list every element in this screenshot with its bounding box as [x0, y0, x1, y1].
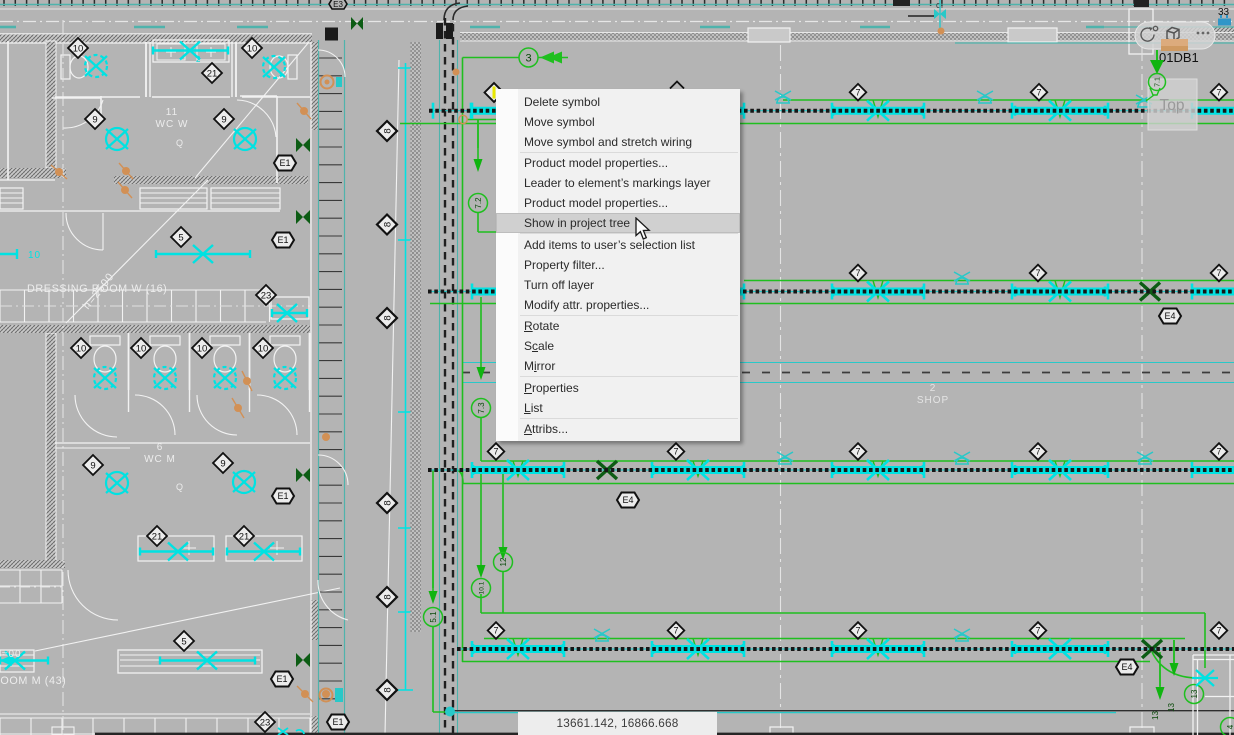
svg-text:8: 8: [382, 315, 393, 320]
svg-text:7: 7: [855, 87, 860, 97]
svg-text:7: 7: [673, 447, 678, 457]
svg-text:Top: Top: [1160, 97, 1185, 114]
svg-text:7: 7: [1036, 87, 1041, 97]
svg-text:11: 11: [166, 107, 178, 118]
svg-text:10: 10: [28, 250, 41, 261]
svg-text:7: 7: [1035, 268, 1040, 278]
svg-text:E1: E1: [279, 158, 290, 168]
svg-text:9: 9: [90, 460, 95, 471]
svg-text:Q: Q: [176, 138, 184, 148]
svg-text:7: 7: [1216, 447, 1221, 457]
svg-text:10: 10: [258, 343, 269, 354]
svg-text:7: 7: [1035, 626, 1040, 636]
svg-text:9: 9: [220, 458, 225, 469]
svg-text:8: 8: [382, 500, 393, 505]
svg-text:10: 10: [73, 43, 84, 54]
svg-text:7: 7: [855, 447, 860, 457]
svg-text:7: 7: [855, 626, 860, 636]
svg-text:7.1: 7.1: [1155, 77, 1162, 87]
svg-text:5: 5: [181, 636, 186, 647]
svg-text:8: 8: [382, 687, 393, 692]
svg-text:E1: E1: [277, 491, 288, 501]
svg-text:E4: E4: [622, 495, 633, 505]
svg-text:13: 13: [1190, 689, 1199, 698]
svg-text:ROOM M (43): ROOM M (43): [0, 675, 66, 687]
svg-text:WC W: WC W: [156, 119, 189, 130]
svg-text:E4: E4: [1121, 662, 1132, 672]
svg-text:3: 3: [525, 53, 531, 65]
svg-text:10: 10: [247, 43, 258, 54]
svg-text:E1: E1: [332, 717, 343, 727]
svg-text:13: 13: [1167, 703, 1176, 712]
svg-text:8: 8: [382, 222, 393, 227]
svg-text:23: 23: [260, 717, 271, 728]
svg-text:13: 13: [1151, 711, 1160, 720]
svg-text:10: 10: [76, 343, 87, 354]
svg-text:≈00: ≈00: [2, 649, 22, 660]
svg-text:7: 7: [1035, 447, 1040, 457]
svg-text:2: 2: [930, 383, 937, 394]
svg-text:E3: E3: [333, 0, 343, 9]
svg-text:SHOP: SHOP: [917, 395, 949, 406]
svg-text:E4: E4: [1164, 311, 1175, 321]
svg-text:E1: E1: [277, 235, 288, 245]
svg-text:Q: Q: [176, 482, 184, 492]
svg-text:7: 7: [493, 447, 498, 457]
svg-text:10.1: 10.1: [478, 581, 485, 594]
svg-text:7: 7: [1216, 626, 1221, 636]
svg-text:7: 7: [1216, 87, 1221, 97]
svg-text:7.2: 7.2: [474, 197, 483, 209]
svg-text:5.1: 5.1: [429, 611, 438, 623]
svg-text:7.3: 7.3: [477, 402, 486, 414]
svg-text:21: 21: [207, 68, 218, 79]
svg-text:21: 21: [152, 531, 163, 542]
svg-text:23: 23: [261, 290, 272, 301]
svg-text:9: 9: [92, 114, 97, 125]
svg-text:WC M: WC M: [144, 454, 176, 465]
svg-text:10: 10: [136, 343, 147, 354]
svg-text:2: 2: [196, 55, 201, 64]
svg-text:7: 7: [493, 626, 498, 636]
svg-text:7: 7: [855, 268, 860, 278]
svg-text:10: 10: [197, 343, 208, 354]
svg-text:7: 7: [673, 626, 678, 636]
svg-text:01DB1: 01DB1: [1159, 50, 1199, 65]
svg-text:4: 4: [1226, 724, 1234, 729]
svg-text:12: 12: [499, 557, 508, 566]
svg-text:6: 6: [157, 442, 164, 453]
svg-text:21: 21: [239, 531, 250, 542]
svg-text:5: 5: [178, 232, 183, 243]
svg-text:8: 8: [382, 128, 393, 133]
svg-text:9: 9: [221, 114, 226, 125]
svg-text:8: 8: [382, 594, 393, 599]
svg-text:E1: E1: [276, 674, 287, 684]
svg-text:7: 7: [1216, 268, 1221, 278]
